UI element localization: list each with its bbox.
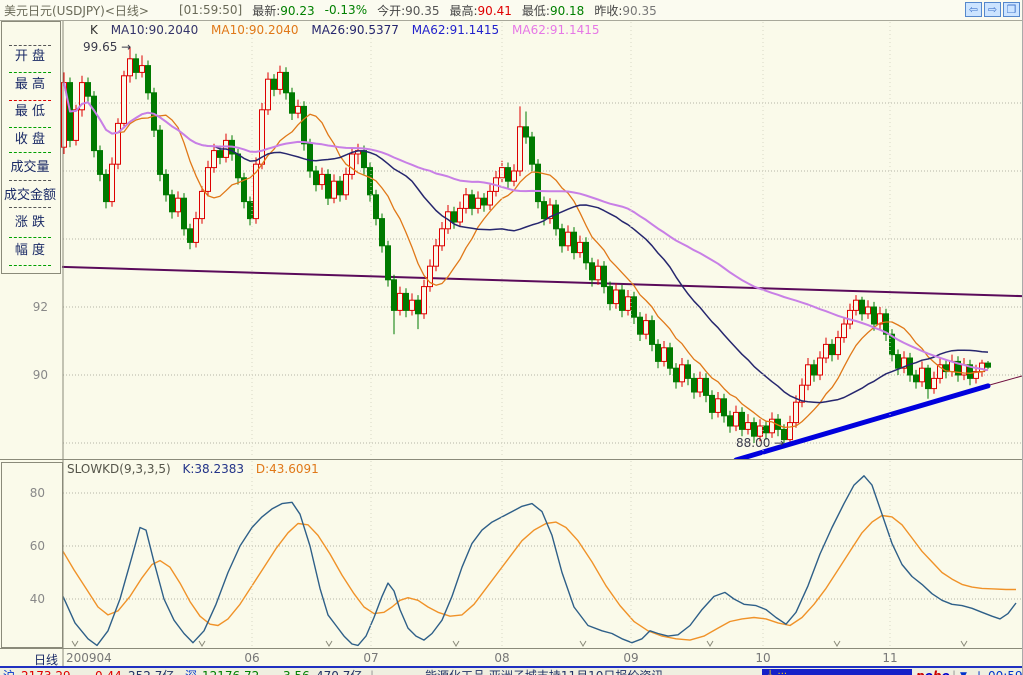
news-ticker[interactable]: 能源化工品 亚洲子城支持11月10日报价资讯 xyxy=(425,669,663,675)
field-latest-label: 最新: xyxy=(252,3,281,18)
scrolling-marquee: ↓ ··· xyxy=(762,669,912,675)
sz-market-label: 深 xyxy=(185,669,197,675)
ma10-label-dark: MA10:90.2040 xyxy=(110,23,199,37)
sidebar-divider xyxy=(9,265,51,266)
sidebar-divider xyxy=(9,45,51,46)
forward-arrow-icon[interactable]: ⇨ xyxy=(984,2,1001,17)
statusbar-clock: 00:59 xyxy=(988,669,1022,675)
sh-change-value: 0.44 xyxy=(95,669,122,675)
ma10-label-orange: MA10:90.2040 xyxy=(211,23,299,37)
sidebar-divider xyxy=(9,72,51,73)
price-axis-label-90: 90 xyxy=(32,368,48,382)
high-price-annotation: 99.65 → xyxy=(83,40,132,54)
status-bar: 沪 2173.29 0.44 252.7亿 深 12176.72 3.56 47… xyxy=(0,668,1022,675)
month-label: 08 xyxy=(494,651,510,665)
statusbar-separator: | xyxy=(952,669,956,675)
marquee-text: ↓ ··· xyxy=(766,669,788,675)
sidebar-divider xyxy=(9,180,51,181)
field-open-value: 90.35 xyxy=(405,3,440,18)
quote-time: [01:59:50] xyxy=(178,3,243,17)
field-low-value: 90.18 xyxy=(549,3,585,18)
sh-market-label: 沪 xyxy=(3,669,15,675)
field-change-pct: -0.13% xyxy=(324,3,368,17)
instrument-title: 美元日元(USDJPY)<日线> xyxy=(4,3,149,18)
sh-volume-value: 252.7亿 xyxy=(128,669,174,675)
sidebar-divider xyxy=(9,127,51,128)
sidebar-divider xyxy=(9,152,51,153)
ma26-label: MA26:90.5377 xyxy=(311,23,399,37)
month-label: 09 xyxy=(623,651,639,665)
sz-change-value: 3.56 xyxy=(283,669,310,675)
sidebar-divider xyxy=(9,100,51,101)
back-arrow-icon[interactable]: ⇦ xyxy=(965,2,982,17)
sidebar-divider xyxy=(9,237,51,238)
month-label: 10 xyxy=(755,651,771,665)
sz-index-value: 12176.72 xyxy=(202,669,259,675)
field-latest-value: 90.23 xyxy=(280,3,315,18)
sidebar-item-close: 收 盘 xyxy=(14,132,46,147)
field-low-label: 最低: xyxy=(521,3,550,18)
month-label: 07 xyxy=(363,651,379,665)
quote-bar: 美元日元(USDJPY)<日线> [01:59:50] 最新:90.23 -0.… xyxy=(0,0,1022,21)
cascade-windows-icon[interactable]: ❐ xyxy=(1003,2,1020,17)
month-label: 200904 xyxy=(66,651,112,665)
slowkd-name: SLOWKD(9,3,3,5) xyxy=(67,462,171,476)
kd-axis-label-40: 40 xyxy=(29,592,45,606)
sidebar-item-turnover: 成交金额 xyxy=(3,188,56,203)
pobo-logo: pobo xyxy=(916,669,950,675)
sidebar-item-change: 涨 跌 xyxy=(14,215,46,230)
month-label: 11 xyxy=(882,651,898,665)
indicator-k-label: K xyxy=(90,23,98,37)
field-high-value: 90.41 xyxy=(477,3,512,18)
sidebar-item-high: 最 高 xyxy=(14,77,46,92)
down-arrow-icon[interactable]: ↓ xyxy=(974,669,984,675)
kd-axis-label-80: 80 xyxy=(29,486,45,500)
trading-app-window: 美元日元(USDJPY)<日线> [01:59:50] 最新:90.23 -0.… xyxy=(0,0,1023,675)
price-axis-label-92: 92 xyxy=(32,300,48,314)
sh-index-value: 2173.29 xyxy=(21,669,71,675)
sidebar-item-low: 最 低 xyxy=(14,104,46,119)
ma62-label-blue: MA62:91.1415 xyxy=(411,23,500,37)
kd-indicator-title: SLOWKD(9,3,3,5) K:38.2383 D:43.6091 xyxy=(67,462,319,476)
ma-labels-row: K MA10:90.2040 MA10:90.2040 MA26:90.5377… xyxy=(90,23,609,37)
sidebar-item-open: 开 盘 xyxy=(14,49,46,64)
window-nav-icons: ⇦ ⇨ ❐ xyxy=(965,2,1020,17)
slowkd-k-value: K:38.2383 xyxy=(182,462,245,476)
x-axis: 日线 200904 06 07 08 09 10 11 xyxy=(0,649,1022,667)
sz-volume-value: 470.7亿 xyxy=(316,669,362,675)
field-open-label: 今开: xyxy=(377,3,406,18)
chart-canvas[interactable] xyxy=(0,0,1023,675)
kd-axis-label-60: 60 xyxy=(29,539,45,553)
statusbar-separator: | xyxy=(370,669,374,675)
field-prevclose-label: 昨收: xyxy=(594,3,623,18)
low-price-annotation: 88.00 → xyxy=(736,436,785,450)
field-high-label: 最高: xyxy=(449,3,478,18)
sidebar-item-volume: 成交量 xyxy=(10,160,50,175)
sidebar-item-amplitude: 幅 度 xyxy=(14,243,46,258)
sort-triangle-icon[interactable]: ▼ xyxy=(960,669,967,675)
field-prevclose-value: 90.35 xyxy=(622,3,657,18)
month-label: 06 xyxy=(244,651,260,665)
slowkd-d-value: D:43.6091 xyxy=(255,462,319,476)
ma62-label-pink: MA62:91.1415 xyxy=(512,23,600,37)
sidebar-divider xyxy=(9,207,51,208)
